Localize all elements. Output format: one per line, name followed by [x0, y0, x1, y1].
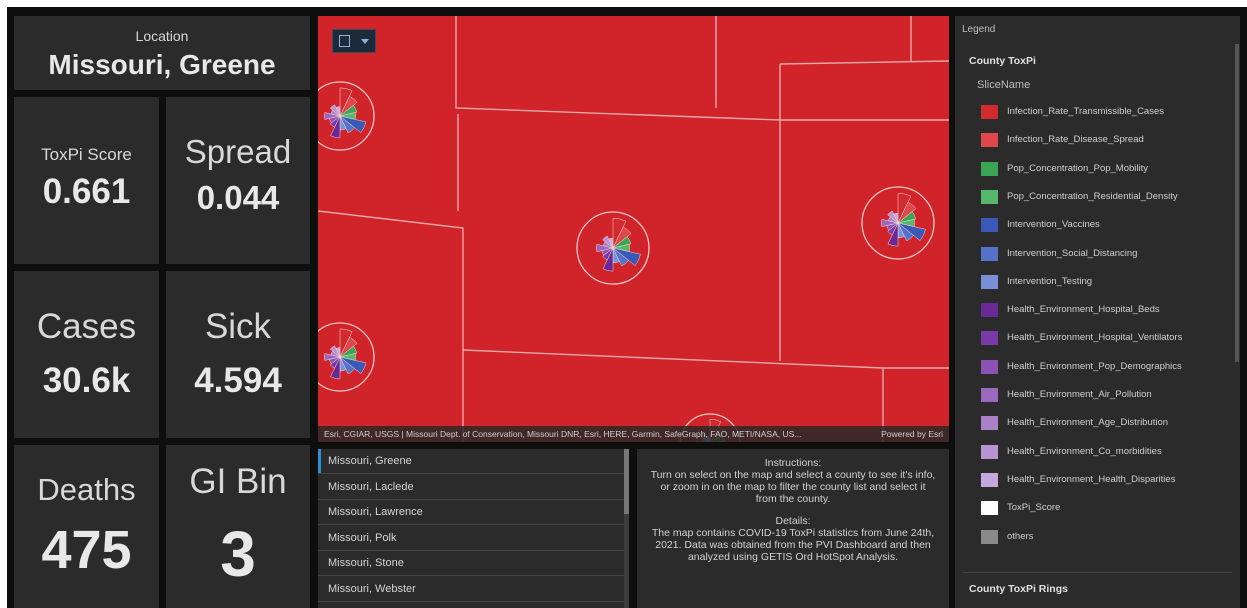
- details-text: The map contains COVID-19 ToxPi statisti…: [651, 527, 935, 563]
- list-item[interactable]: Missouri, Greene: [318, 449, 624, 474]
- legend-swatch: [981, 444, 998, 459]
- gi-bin-label: GI Bin: [189, 462, 287, 501]
- legend-swatch: [981, 529, 998, 544]
- county-boundaries: [318, 16, 949, 442]
- legend-swatch: [981, 331, 998, 346]
- spread-label: Spread: [184, 133, 292, 170]
- legend-swatch: [981, 416, 998, 431]
- list-item[interactable]: Missouri, Stone: [318, 551, 624, 576]
- list-item[interactable]: Missouri, Webster: [318, 577, 624, 602]
- list-item[interactable]: Missouri, Lawrence: [318, 500, 624, 525]
- legend-layer-county-toxpi: County ToxPi: [969, 55, 1036, 67]
- legend-layer-county-toxpi-rings: County ToxPi Rings: [969, 583, 1068, 595]
- toxpi-score-label: ToxPi Score: [41, 145, 132, 164]
- gi-bin-tile: GI Bin 3: [166, 445, 310, 608]
- spread-tile: Spread 0.044: [166, 97, 310, 264]
- legend-swatch: [981, 501, 998, 516]
- sick-tile: Sick 4.594: [166, 271, 310, 438]
- deaths-label: Deaths: [37, 472, 136, 507]
- toxpi-score-value: 0.661: [42, 172, 131, 211]
- location-panel: Location Missouri, Greene: [14, 16, 310, 90]
- legend-swatch: [981, 303, 998, 318]
- instructions-panel: Instructions: Turn on select on the map …: [637, 449, 949, 608]
- legend-scrollbar[interactable]: [1235, 44, 1239, 362]
- county-map[interactable]: Esri, CGIAR, USGS | Missouri Dept. of Co…: [318, 16, 949, 442]
- sick-label: Sick: [204, 307, 272, 346]
- legend-item-label: others: [1007, 530, 1034, 542]
- chevron-down-icon: [361, 39, 369, 44]
- cases-tile: Cases 30.6k: [14, 271, 159, 438]
- legend-item-label: Health_Environment_Air_Pollution: [1007, 389, 1152, 400]
- legend-swatch: [981, 189, 998, 204]
- legend-item-label: ToxPi_Score: [1007, 502, 1061, 514]
- legend-item-label: Health_Environment_Hospital_Beds: [1007, 304, 1160, 316]
- legend-swatch: [981, 133, 998, 148]
- legend-swatch: [981, 246, 998, 261]
- legend-swatch: [981, 161, 998, 176]
- legend-swatch: [981, 472, 998, 487]
- legend-field-name: SliceName: [977, 79, 1031, 91]
- county-list: Missouri, Greene Missouri, Laclede Missour…: [318, 449, 629, 608]
- legend-divider: [963, 572, 1232, 573]
- legend-swatch: [981, 359, 998, 374]
- legend-item-label: Intervention_Vaccines: [1007, 219, 1100, 231]
- legend-item-label: Health_Environment_Co_morbidities: [1007, 445, 1162, 457]
- instructions-title: Instructions:: [764, 457, 822, 469]
- toxpi-score-tile: ToxPi Score 0.661: [14, 97, 159, 264]
- map-select-button[interactable]: [332, 29, 376, 53]
- legend-item-label: Health_Environment_Pop_Demographics: [1007, 360, 1182, 372]
- legend-item-label: Health_Environment_Age_Distribution: [1007, 417, 1169, 429]
- legend-item-label: Pop_Concentration_Pop_Mobility: [1007, 162, 1149, 174]
- location-value: Missouri, Greene: [48, 49, 276, 80]
- sick-value: 4.594: [194, 361, 282, 400]
- legend-swatch: [981, 274, 998, 289]
- map-attribution: Esri, CGIAR, USGS | Missouri Dept. of Co…: [318, 426, 949, 442]
- powered-by-esri[interactable]: Powered by Esri: [881, 426, 943, 442]
- cases-value: 30.6k: [42, 361, 131, 400]
- legend-item-label: Intervention_Testing: [1007, 275, 1093, 287]
- legend-swatch: [981, 218, 998, 233]
- legend-title: Legend: [962, 24, 996, 35]
- legend-panel: Legend County ToxPi SliceName Infection_…: [955, 16, 1240, 608]
- deaths-tile: Deaths 475: [14, 445, 159, 608]
- instructions-text: Turn on select on the map and select a c…: [650, 469, 936, 505]
- legend-item-label: Infection_Rate_Disease_Spread: [1007, 134, 1144, 146]
- deaths-value: 475: [41, 520, 132, 580]
- legend-item-label: Health_Environment_Health_Disparities: [1007, 473, 1176, 485]
- select-tool-icon: [339, 35, 350, 47]
- gi-bin-value: 3: [220, 518, 256, 590]
- legend-swatch: [981, 388, 998, 402]
- legend-swatch: [981, 105, 998, 119]
- toxpi-glyphs: [318, 81, 935, 442]
- legend-item-label: Infection_Rate_Transmissible_Cases: [1007, 106, 1165, 117]
- legend-item-label: Health_Environment_Hospital_Ventilators: [1007, 332, 1183, 344]
- details-title: Details:: [775, 515, 811, 527]
- list-item[interactable]: Missouri, Polk: [318, 526, 624, 551]
- legend-item-label: Pop_Concentration_Residential_Density: [1007, 190, 1178, 202]
- list-scrollbar-thumb[interactable]: [624, 449, 629, 514]
- list-scrollbar[interactable]: [624, 449, 629, 608]
- spread-value: 0.044: [196, 179, 280, 216]
- legend-item-label: Intervention_Social_Distancing: [1007, 247, 1138, 259]
- attribution-text: Esri, CGIAR, USGS | Missouri Dept. of Co…: [324, 429, 802, 439]
- location-caption: Location: [135, 28, 189, 44]
- list-item[interactable]: Missouri, Laclede: [318, 475, 624, 500]
- cases-label: Cases: [36, 307, 137, 346]
